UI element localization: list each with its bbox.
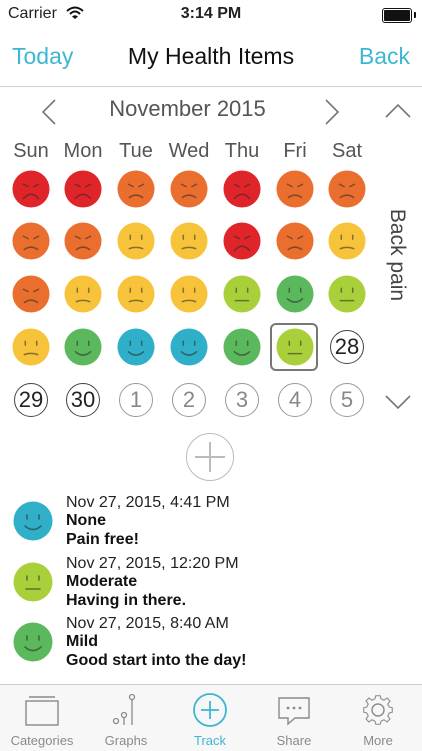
day-mood-face-icon[interactable] — [276, 170, 314, 208]
day-mood-face-icon[interactable] — [223, 275, 261, 313]
tab-more[interactable]: More — [336, 685, 420, 751]
weekday-label: Fri — [283, 140, 307, 162]
day-mood-face-icon[interactable] — [64, 222, 102, 260]
tab-track[interactable]: Track — [168, 685, 252, 751]
month-label: November 2015 — [109, 96, 266, 121]
day-mood-face-icon[interactable] — [328, 170, 366, 208]
weekday-label: Sat — [331, 140, 363, 162]
tab-label: Graphs — [104, 733, 148, 748]
add-entry-button[interactable] — [186, 433, 234, 481]
next-month-icon[interactable] — [323, 98, 341, 126]
tab-categories[interactable]: Categories — [0, 685, 84, 751]
entry-timestamp: Nov 27, 2015, 12:20 PM — [66, 555, 239, 572]
day-mood-face-icon[interactable] — [64, 170, 102, 208]
calendar-day[interactable]: 29 — [14, 383, 48, 417]
day-mood-face-icon[interactable] — [328, 222, 366, 260]
calendar-day[interactable]: 30 — [66, 383, 100, 417]
day-mood-face-icon[interactable] — [64, 328, 102, 366]
day-mood-face-icon[interactable] — [12, 275, 50, 313]
day-mood-face-icon[interactable] — [223, 328, 261, 366]
entry-timestamp: Nov 27, 2015, 8:40 AM — [66, 615, 229, 632]
entry-row[interactable]: Nov 27, 2015, 8:40 AM Mild Good start into… — [0, 615, 422, 675]
entry-note: Pain free! — [66, 531, 139, 548]
weekday-label: Thu — [224, 140, 260, 162]
day-mood-face-icon[interactable] — [12, 328, 50, 366]
tab-graphs[interactable]: Graphs — [84, 685, 168, 751]
weekday-label: Mon — [63, 140, 103, 162]
day-mood-face-icon[interactable] — [276, 222, 314, 260]
entry-note: Good start into the day! — [66, 652, 247, 669]
day-mood-face-icon[interactable] — [170, 275, 208, 313]
share-icon — [278, 697, 310, 726]
weekday-label: Sun — [13, 140, 49, 162]
more-icon — [363, 695, 393, 725]
tab-label: Categories — [10, 733, 74, 748]
entry-level: Moderate — [66, 573, 138, 590]
day-mood-face-icon[interactable] — [223, 170, 261, 208]
entry-note: Having in there. — [66, 592, 187, 609]
entry-level: Mild — [66, 633, 98, 650]
weekday-label: Tue — [119, 140, 153, 162]
clock: 3:14 PM — [180, 5, 242, 22]
day-mood-face-icon[interactable] — [117, 222, 155, 260]
day-mood-face-icon[interactable] — [223, 222, 261, 260]
calendar-day[interactable]: 2 — [172, 383, 206, 417]
entry-mood-face-icon — [13, 501, 53, 541]
entry-mood-face-icon — [13, 562, 53, 602]
tracked-item-label[interactable]: Back pain — [385, 209, 409, 301]
day-mood-face-icon[interactable] — [328, 275, 366, 313]
day-mood-face-icon[interactable] — [276, 275, 314, 313]
calendar-day[interactable]: 4 — [278, 383, 312, 417]
entry-timestamp: Nov 27, 2015, 4:41 PM — [66, 494, 230, 511]
tab-label: Track — [193, 733, 227, 748]
calendar-day[interactable]: 1 — [119, 383, 153, 417]
graphs-icon — [112, 693, 136, 725]
navigation-bar: Today My Health Items Back — [0, 30, 422, 87]
entry-row[interactable]: Nov 27, 2015, 12:20 PM Moderate Having in … — [0, 555, 422, 615]
tab-label: More — [363, 733, 393, 748]
entry-mood-face-icon — [13, 622, 53, 662]
collapse-up-icon[interactable] — [384, 103, 412, 119]
categories-icon — [25, 696, 59, 726]
day-mood-face-icon[interactable] — [117, 328, 155, 366]
battery-icon — [382, 8, 416, 23]
day-mood-face-icon[interactable] — [117, 170, 155, 208]
calendar-day[interactable]: 3 — [225, 383, 259, 417]
calendar-day[interactable]: 5 — [330, 383, 364, 417]
entry-level: None — [66, 512, 106, 529]
back-button[interactable]: Back — [359, 43, 410, 70]
tab-share[interactable]: Share — [252, 685, 336, 751]
day-mood-face-icon[interactable] — [64, 275, 102, 313]
selected-day-indicator — [270, 323, 318, 371]
calendar-day[interactable]: 28 — [330, 330, 364, 364]
day-mood-face-icon[interactable] — [117, 275, 155, 313]
day-mood-face-icon[interactable] — [12, 170, 50, 208]
track-icon — [193, 693, 227, 727]
tab-bar: Categories Graphs Track Share More — [0, 684, 422, 751]
day-mood-face-icon[interactable] — [170, 170, 208, 208]
day-mood-face-icon[interactable] — [170, 328, 208, 366]
entry-row[interactable]: Nov 27, 2015, 4:41 PM None Pain free! — [0, 494, 422, 554]
day-mood-face-icon[interactable] — [170, 222, 208, 260]
day-mood-face-icon[interactable] — [12, 222, 50, 260]
weekday-label: Wed — [168, 140, 210, 162]
expand-down-icon[interactable] — [384, 394, 412, 410]
tab-label: Share — [276, 733, 312, 748]
status-bar: Carrier 3:14 PM — [0, 0, 422, 30]
